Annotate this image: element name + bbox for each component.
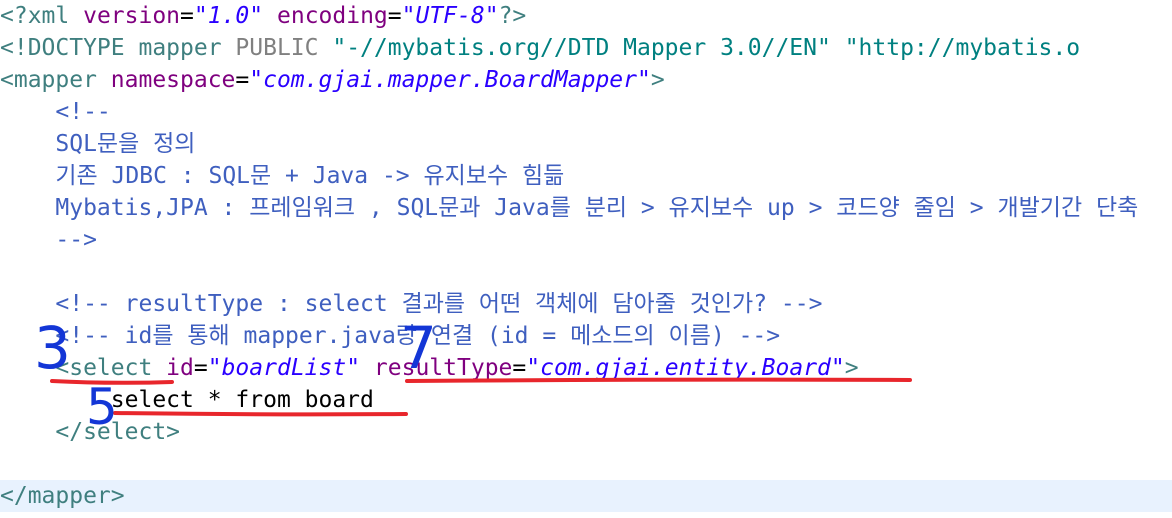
annotation-number-7: 7 [400, 314, 437, 382]
annotation-number-3: 3 [34, 314, 71, 382]
underline-result-type [405, 377, 912, 383]
underline-select-query [113, 411, 408, 417]
annotation-number-5: 5 [86, 378, 118, 436]
annotation-layer: 3 7 5 [34, 314, 912, 436]
